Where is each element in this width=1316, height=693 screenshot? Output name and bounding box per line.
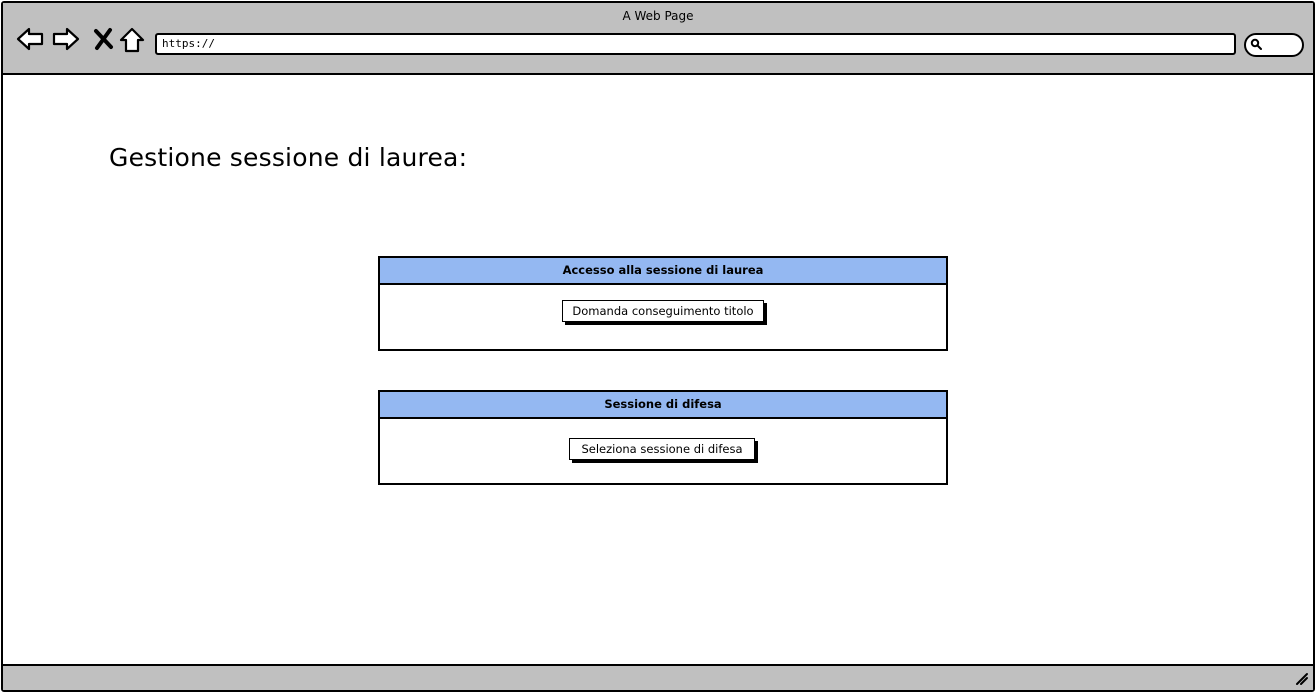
close-x-icon[interactable]: [89, 25, 119, 55]
forward-arrow-icon[interactable]: [51, 25, 81, 55]
window-title: A Web Page: [622, 9, 694, 23]
panel-header: Sessione di difesa: [380, 392, 946, 419]
domanda-conseguimento-button[interactable]: Domanda conseguimento titolo: [562, 300, 764, 322]
panel-body: Seleziona sessione di difesa: [380, 419, 946, 483]
panel-accesso-sessione: Accesso alla sessione di laurea Domanda …: [378, 256, 948, 351]
home-icon[interactable]: [117, 25, 147, 55]
url-input[interactable]: https://: [155, 33, 1236, 55]
status-bar: [3, 664, 1313, 690]
page-title: Gestione sessione di laurea:: [109, 143, 468, 172]
search-button[interactable]: [1244, 33, 1304, 57]
seleziona-sessione-button[interactable]: Seleziona sessione di difesa: [569, 438, 755, 460]
search-icon: [1250, 38, 1262, 50]
panel-header: Accesso alla sessione di laurea: [380, 258, 946, 285]
back-arrow-icon[interactable]: [15, 25, 45, 55]
browser-window: A Web Page https:// Gestione sessione di…: [1, 1, 1315, 692]
panel-sessione-difesa: Sessione di difesa Seleziona sessione di…: [378, 390, 948, 485]
browser-toolbar: A Web Page https://: [3, 3, 1313, 75]
panel-body: Domanda conseguimento titolo: [380, 285, 946, 349]
resize-handle-icon[interactable]: [1295, 672, 1309, 686]
